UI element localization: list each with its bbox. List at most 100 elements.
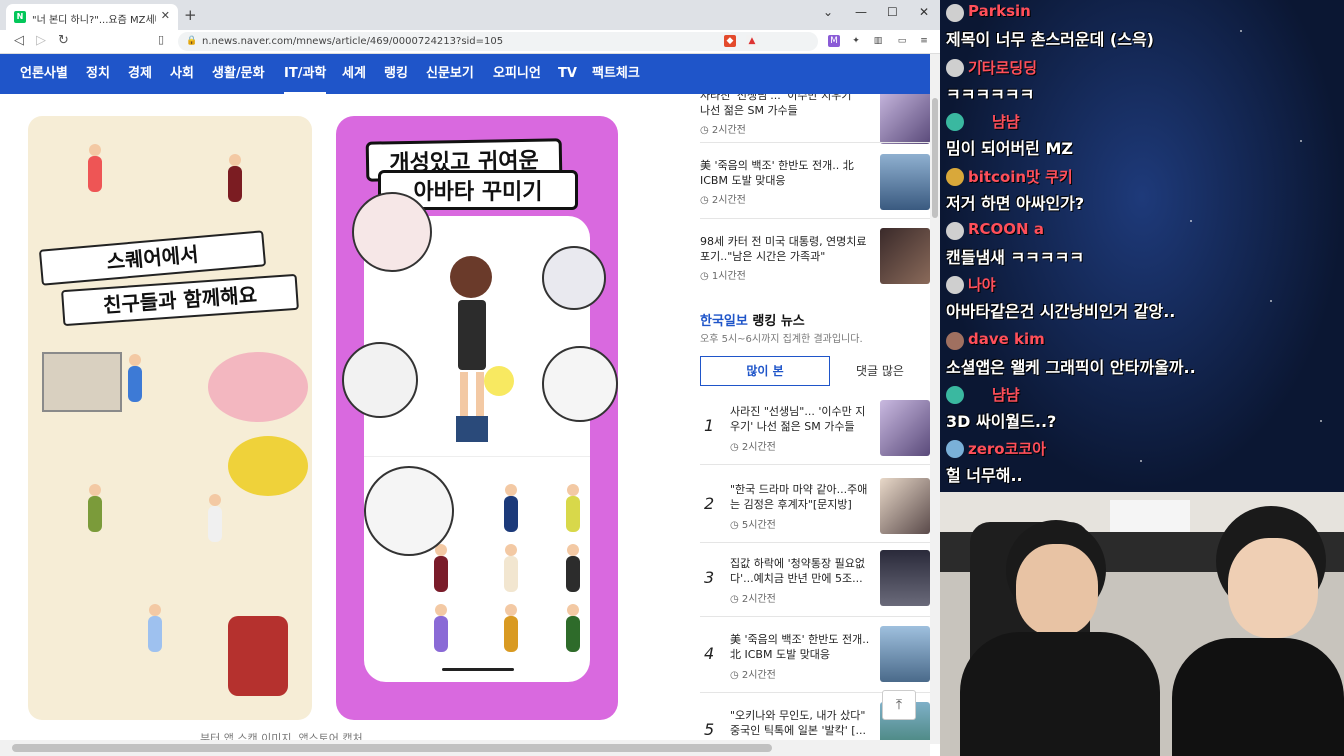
nav-item-press[interactable]: 언론사별 <box>20 54 68 94</box>
scrollbar-thumb[interactable] <box>12 744 772 752</box>
chat-username: bitcoin맛 쿠키 <box>968 168 1073 186</box>
main-avatar <box>446 256 496 446</box>
user-avatar <box>946 222 964 240</box>
scroll-to-top-icon[interactable]: ⤒ <box>882 690 916 720</box>
ranking-title: 랭킹 뉴스 <box>752 314 805 329</box>
chat-username: dave kim <box>968 330 1045 348</box>
rank-number: 5 <box>704 720 715 739</box>
lock-icon: 🔒 <box>186 36 198 46</box>
zoom-bubble-top <box>542 246 606 310</box>
chat-text: 헐 너무해.. <box>946 466 1023 485</box>
vertical-scrollbar[interactable] <box>930 54 940 744</box>
chat-text: 아바타같은건 시간낭비인거 같앙.. <box>946 302 1176 321</box>
avatar-option[interactable] <box>504 484 518 532</box>
news-item[interactable]: 98세 카터 전 미국 대통령, 연명치료 포기.."남은 시간은 가족과" ◷… <box>700 228 930 284</box>
tab-strip: N "너 본디 하니?"...요즘 MZ세대서 ✕ + ⌄ — ☐ ✕ <box>0 0 940 30</box>
chat-username: 기타로딩딩 <box>968 59 1038 77</box>
naver-news-nav: 언론사별 정치 경제 사회 생활/문화 IT/과학 세계 랭킹 신문보기 오피니… <box>0 54 930 94</box>
nav-item-politics[interactable]: 정치 <box>86 54 110 94</box>
avatar-figure <box>228 154 242 202</box>
tab-title: "너 본디 하니?"...요즘 MZ세대서 <box>32 15 156 26</box>
person-left-body <box>960 632 1160 756</box>
user-avatar <box>946 168 964 186</box>
news-time: 1시간전 <box>711 271 746 282</box>
avatar-figure <box>88 484 102 532</box>
avatar-option[interactable] <box>566 604 580 652</box>
rank-number: 4 <box>704 644 715 663</box>
rank-title: "오키나와 무인도, 내가 샀다" 중국인 틱톡에 일본 '발칵' [... <box>730 709 867 737</box>
chat-overlay: Parksin 제목이 너무 촌스러운데 (스윽) 기타로딩딩 ㅋㅋㅋㅋㅋㅋ 냠… <box>940 0 1344 492</box>
news-thumbnail[interactable] <box>880 94 930 144</box>
home-indicator <box>442 668 514 671</box>
forward-icon[interactable]: ▷ <box>36 33 46 48</box>
brave-shields-icon[interactable]: ◆ <box>724 35 736 47</box>
avatar-option[interactable] <box>434 604 448 652</box>
nav-item-society[interactable]: 사회 <box>170 54 194 94</box>
wallet-icon[interactable]: ▭ <box>896 35 908 47</box>
back-icon[interactable]: ◁ <box>14 33 24 48</box>
news-item[interactable]: 美 '죽음의 백조' 한반도 전개.. 北 ICBM 도발 맞대응 ◷ 2시간전 <box>700 154 930 210</box>
rank-time: 2시간전 <box>741 670 776 681</box>
avatar-option[interactable] <box>504 544 518 592</box>
nav-item-economy[interactable]: 경제 <box>128 54 152 94</box>
tab-most-commented[interactable]: 댓글 많은 <box>830 356 930 386</box>
nav-item-tv[interactable]: TV <box>558 54 577 94</box>
minimize-icon[interactable]: — <box>855 5 867 19</box>
image-caption: 부터 앱 스캔 이미지, 앱스토어 캡처 <box>200 732 363 740</box>
news-thumbnail[interactable] <box>880 154 930 210</box>
zoom-bubble-shorts <box>342 342 418 418</box>
maximize-icon[interactable]: ☐ <box>887 5 898 19</box>
extensions-puzzle-icon[interactable]: ✦ <box>850 35 862 47</box>
sidebar-icon[interactable]: ▥ <box>872 35 884 47</box>
avatar-option[interactable] <box>566 544 580 592</box>
extension-icon[interactable]: M <box>828 35 840 47</box>
ranking-brand[interactable]: 한국일보 <box>700 314 748 329</box>
webcam-feed <box>940 492 1344 756</box>
nav-item-newspaper[interactable]: 신문보기 <box>426 54 474 94</box>
nav-item-factcheck[interactable]: 팩트체크 <box>592 54 640 94</box>
browser-tab[interactable]: N "너 본디 하니?"...요즘 MZ세대서 ✕ <box>6 4 178 30</box>
news-time: 2시간전 <box>711 195 746 206</box>
nav-item-it-science[interactable]: IT/과학 <box>284 54 327 94</box>
divider <box>700 542 930 543</box>
nav-item-opinion[interactable]: 오피니언 <box>493 54 541 94</box>
rank-title: "한국 드라마 마약 같아...주애는 김정은 후계자"[문지방] <box>730 483 868 511</box>
nav-item-ranking[interactable]: 랭킹 <box>384 54 408 94</box>
rank-thumbnail[interactable] <box>880 478 930 534</box>
new-tab-button[interactable]: + <box>184 6 197 24</box>
user-avatar <box>946 440 964 458</box>
brave-rewards-icon[interactable]: ▲ <box>746 35 758 47</box>
avatar-figure <box>88 144 102 192</box>
avatar-option[interactable] <box>566 484 580 532</box>
rank-number: 1 <box>704 416 715 435</box>
tab-close-icon[interactable]: ✕ <box>161 9 170 22</box>
window-close-icon[interactable]: ✕ <box>919 5 929 19</box>
bookmark-icon[interactable]: ▯ <box>158 33 164 46</box>
zoom-bubble-boots <box>364 466 454 556</box>
pink-rug <box>208 352 308 422</box>
user-avatar <box>946 113 964 131</box>
rank-thumbnail[interactable] <box>880 400 930 456</box>
chat-username: RCOON a <box>968 220 1044 238</box>
address-bar[interactable]: 🔒 n.news.naver.com/mnews/article/469/000… <box>178 32 818 51</box>
tab-search-icon[interactable]: ⌄ <box>823 5 833 19</box>
scrollbar-thumb[interactable] <box>932 98 938 218</box>
image-banner-text-2: 친구들과 함께해요 <box>61 273 299 327</box>
chat-username: zero코코아 <box>968 440 1047 458</box>
nav-item-world[interactable]: 세계 <box>342 54 366 94</box>
news-item[interactable]: 사라진 '선생님'... '이수만 지우기' 나선 젊은 SM 가수들 ◷ 2시… <box>700 94 930 144</box>
nav-item-life-culture[interactable]: 생활/문화 <box>212 54 265 94</box>
rank-thumbnail[interactable] <box>880 626 930 682</box>
avatar-option[interactable] <box>504 604 518 652</box>
horizontal-scrollbar[interactable] <box>0 740 930 756</box>
rank-title: 美 '죽음의 백조' 한반도 전개.. 北 ICBM 도발 맞대응 <box>730 633 870 661</box>
avatar-option[interactable] <box>434 544 448 592</box>
divider <box>700 616 930 617</box>
tab-most-viewed[interactable]: 많이 본 <box>700 356 830 386</box>
user-avatar <box>946 59 964 77</box>
menu-icon[interactable]: ≡ <box>918 35 930 47</box>
reload-icon[interactable]: ↻ <box>58 33 69 48</box>
news-thumbnail[interactable] <box>880 228 930 284</box>
article-image-avatar: 개성있고 귀여운 아바타 꾸미기 <box>336 116 618 720</box>
rank-thumbnail[interactable] <box>880 550 930 606</box>
